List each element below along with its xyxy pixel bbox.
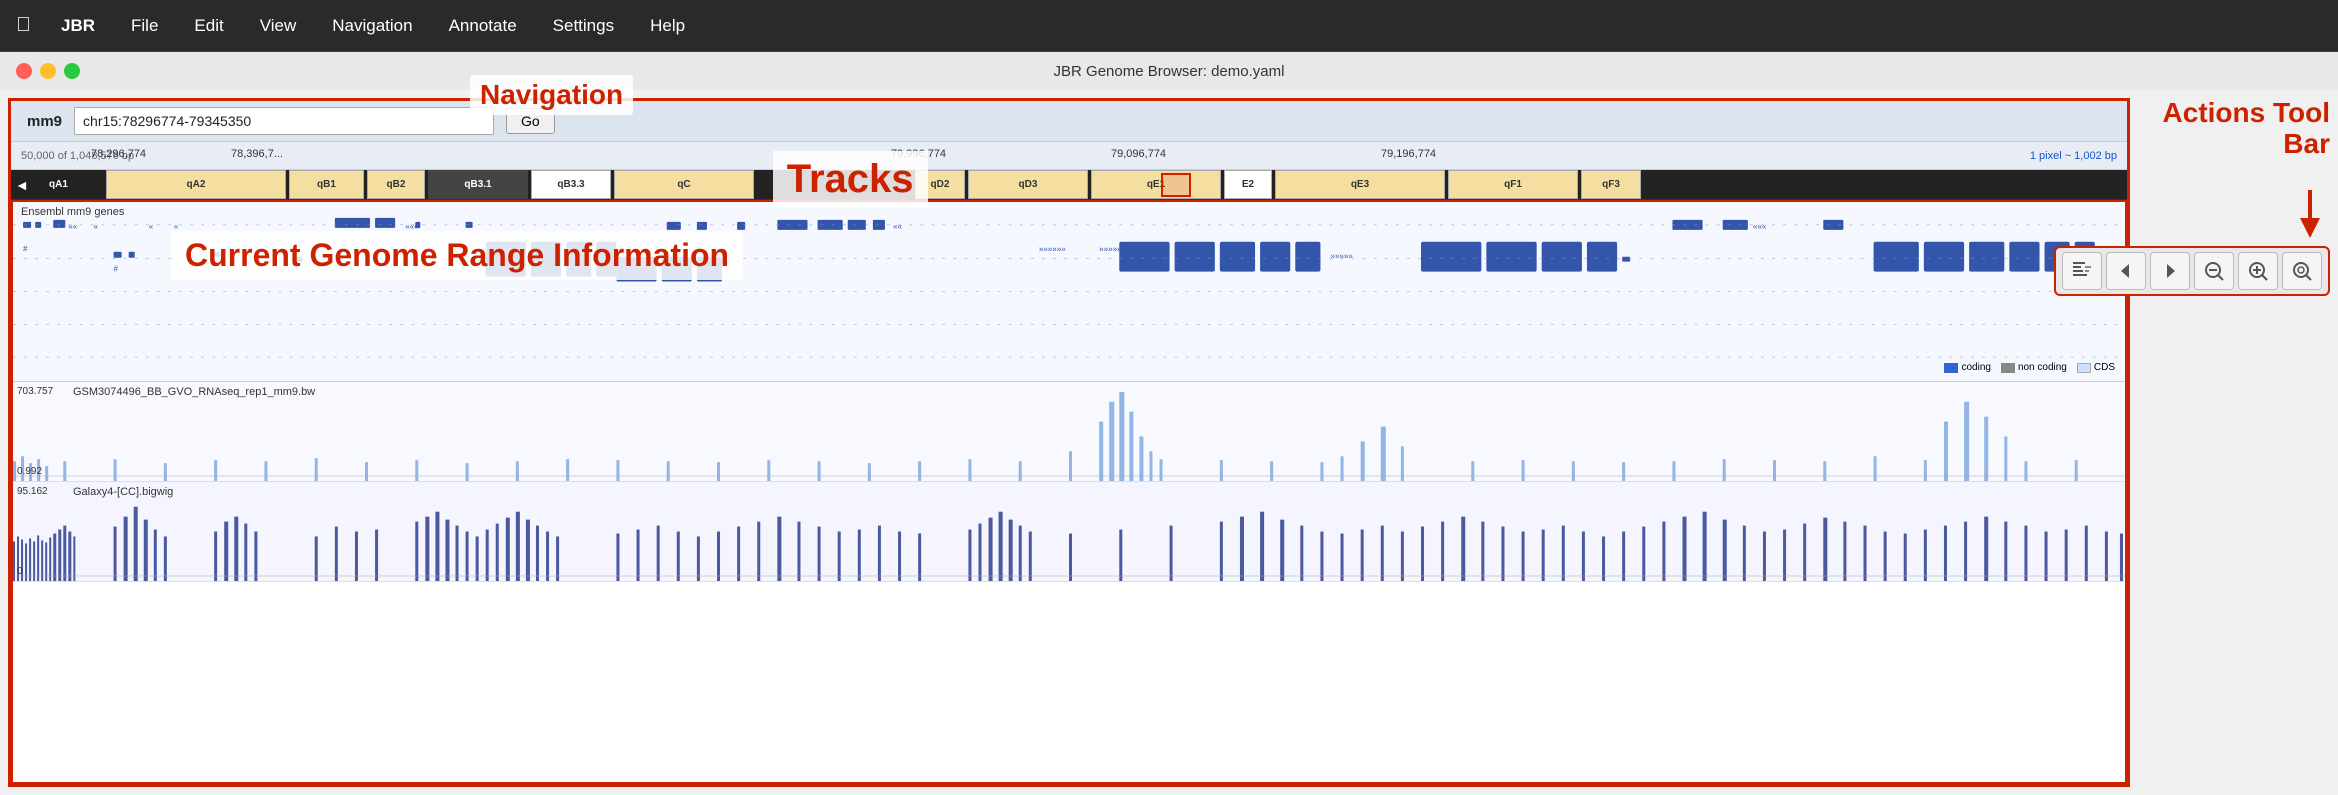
band-qB2: qB2 <box>367 170 425 199</box>
zoom-in-icon <box>2247 260 2269 282</box>
legend-noncoding-label: non coding <box>2018 362 2067 373</box>
signal-track-2: 95.162 0 Galaxy4-[CC].bigwig <box>13 482 2125 582</box>
svg-text:»»»»»: »»»»» <box>1330 252 1353 261</box>
track1-max-value: 703.757 <box>17 386 53 397</box>
coord-tick-5: 79,196,774 <box>1381 148 1436 160</box>
svg-text:««: «« <box>68 222 78 231</box>
titlebar: JBR Genome Browser: demo.yaml <box>0 52 2338 90</box>
svg-text:««: «« <box>893 222 903 231</box>
gene-track-label: Ensembl mm9 genes <box>21 206 124 218</box>
track1-name: GSM3074496_BB_GVO_RNAseq_rep1_mm9.bw <box>73 386 315 398</box>
zoom-out-button[interactable] <box>2194 252 2234 290</box>
band-qE3: qE3 <box>1275 170 1445 199</box>
coord-tick-2: 78,396,7... <box>231 148 283 160</box>
maximize-window-button[interactable] <box>64 63 80 79</box>
menu-navigation[interactable]: Navigation <box>326 12 418 40</box>
band-qB1: qB1 <box>289 170 364 199</box>
chrom-band: qA1 qA2 qB1 qB2 qB3.1 qB3.3 qC qD1 qD2 q… <box>11 170 2127 200</box>
toolbar-buttons <box>2054 246 2330 296</box>
browser-panel: mm9 Go 50,000 of 1,048,576 bp 78,296,774… <box>8 98 2130 787</box>
close-window-button[interactable] <box>16 63 32 79</box>
track2-min-value: 0 <box>17 566 23 577</box>
svg-text:«««: ««« <box>1753 222 1767 231</box>
band-qF3: qF3 <box>1581 170 1641 199</box>
prev-button[interactable] <box>2106 252 2146 290</box>
svg-text:#: # <box>114 265 119 274</box>
gene-track: Ensembl mm9 genes «« « ««« <box>13 202 2125 382</box>
coord-tick-3: 79,996,774 <box>891 148 946 160</box>
signal1-svg <box>13 382 2125 481</box>
band-qE2: E2 <box>1224 170 1272 199</box>
svg-text:«: « <box>149 222 154 231</box>
track2-max-value: 95.162 <box>17 486 48 497</box>
annotate-icon <box>2071 260 2093 282</box>
svg-text:»»»»»#»: »»»»»#» <box>1099 245 1131 254</box>
go-button[interactable]: Go <box>506 108 555 134</box>
signal-track-1: 703.757 0.992 GSM3074496_BB_GVO_RNAseq_r… <box>13 382 2125 482</box>
svg-text:«: « <box>93 222 98 231</box>
actions-toolbar-label: Actions Tool Bar <box>2138 98 2330 160</box>
minimize-window-button[interactable] <box>40 63 56 79</box>
menu-jbr[interactable]: JBR <box>55 12 101 40</box>
band-qD3: qD3 <box>968 170 1088 199</box>
legend-noncoding: non coding <box>2001 362 2067 373</box>
prev-icon <box>2115 260 2137 282</box>
band-qD2: qD2 <box>915 170 965 199</box>
legend-cds-label: CDS <box>2094 362 2115 373</box>
track2-name: Galaxy4-[CC].bigwig <box>73 486 173 498</box>
band-qA2: qA2 <box>106 170 286 199</box>
tracks-area: Ensembl mm9 genes «« « ««« <box>11 200 2127 784</box>
menubar:  JBR File Edit View Navigation Annotate… <box>0 0 2338 52</box>
genome-label: mm9 <box>27 113 62 130</box>
band-qF1: qF1 <box>1448 170 1578 199</box>
menu-file[interactable]: File <box>125 12 164 40</box>
nav-bar: mm9 Go <box>11 101 2127 142</box>
menu-settings[interactable]: Settings <box>547 12 620 40</box>
menu-help[interactable]: Help <box>644 12 691 40</box>
legend-cds: CDS <box>2077 362 2115 373</box>
window-title: JBR Genome Browser: demo.yaml <box>1054 63 1285 80</box>
zoom-in-button[interactable] <box>2238 252 2278 290</box>
band-qD1: qD1 <box>757 170 912 199</box>
gene-track-svg: «« « ««« <box>13 202 2125 381</box>
menu-view[interactable]: View <box>254 12 303 40</box>
main-area: mm9 Go 50,000 of 1,048,576 bp 78,296,774… <box>0 90 2338 795</box>
arrow-down <box>2290 190 2330 240</box>
menu-edit[interactable]: Edit <box>188 12 229 40</box>
legend-noncoding-box <box>2001 363 2015 373</box>
legend-coding-box <box>1944 363 1958 373</box>
band-qB3-3: qB3.3 <box>531 170 611 199</box>
zoom-region-icon <box>2291 260 2313 282</box>
svg-text:«: « <box>174 222 179 231</box>
next-button[interactable] <box>2150 252 2190 290</box>
signal2-svg <box>13 482 2125 581</box>
chrom-arrow: ◄ <box>15 177 29 193</box>
coord-tick-4: 79,096,774 <box>1111 148 1166 160</box>
coord-tick-1: 78,296,774 <box>91 148 146 160</box>
track1-min-value: 0.992 <box>17 466 42 477</box>
annotate-button[interactable] <box>2062 252 2102 290</box>
qE1-marker <box>1161 173 1191 197</box>
apple-menu[interactable]:  <box>16 14 31 37</box>
band-qB3-1: qB3.1 <box>428 170 528 199</box>
legend-coding: coding <box>1944 362 1990 373</box>
zoom-region-button[interactable] <box>2282 252 2322 290</box>
zoom-out-icon <box>2203 260 2225 282</box>
next-icon <box>2159 260 2181 282</box>
legend-coding-label: coding <box>1961 362 1990 373</box>
actions-toolbar-panel: Actions Tool Bar <box>2138 90 2338 795</box>
pixel-info: 1 pixel ~ 1,002 bp <box>2030 150 2117 162</box>
coord-ruler: 50,000 of 1,048,576 bp 78,296,774 78,396… <box>11 142 2127 170</box>
svg-text:»»»»»»: »»»»»» <box>1039 245 1066 254</box>
legend-cds-box <box>2077 363 2091 373</box>
band-qE1: qE1 <box>1091 170 1221 199</box>
window-controls <box>16 63 80 79</box>
range-input[interactable] <box>74 107 494 135</box>
menu-annotate[interactable]: Annotate <box>443 12 523 40</box>
svg-text:#: # <box>23 245 28 254</box>
arrow-icon <box>2290 190 2330 240</box>
track-legend: coding non coding CDS <box>1944 362 2115 373</box>
band-qC: qC <box>614 170 754 199</box>
